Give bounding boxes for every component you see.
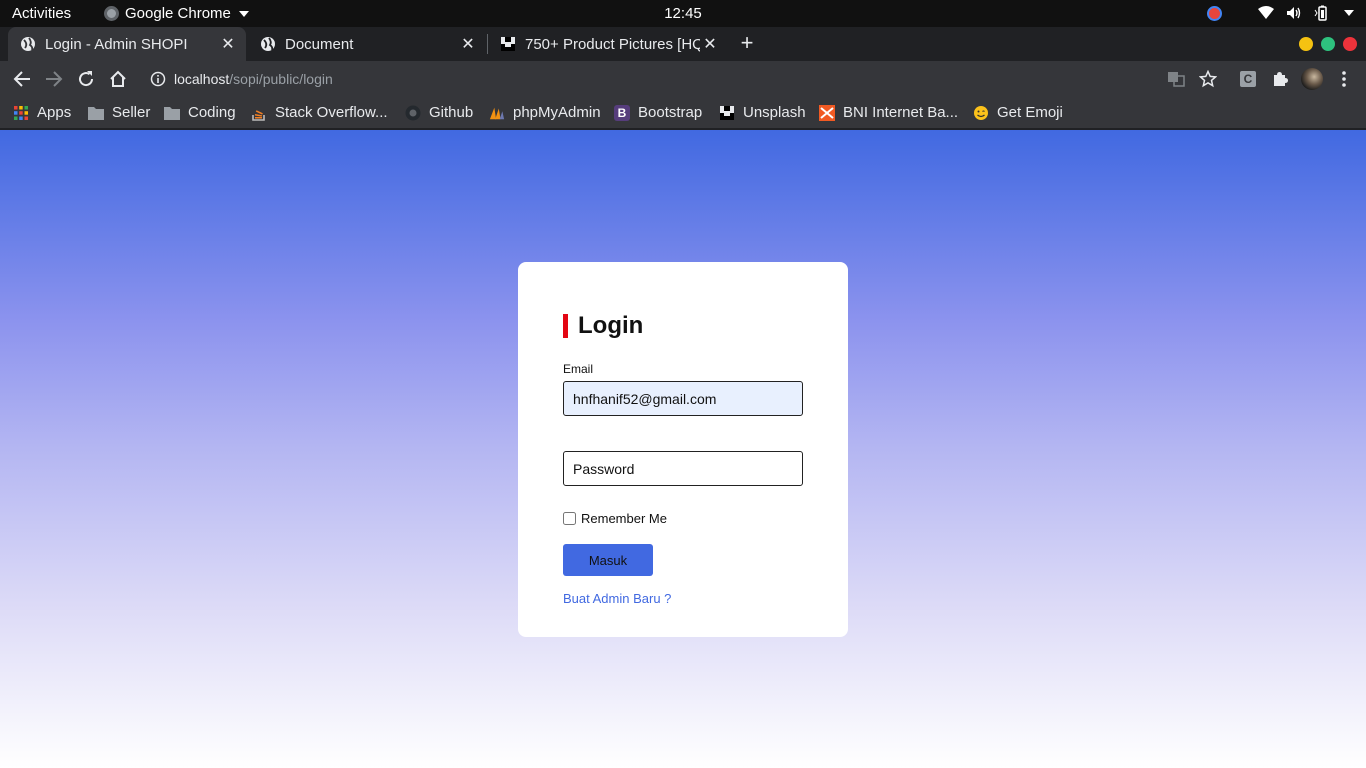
bookmark-label: Unsplash bbox=[743, 104, 806, 121]
remember-me-row: Remember Me bbox=[563, 511, 667, 526]
close-tab-icon[interactable]: ✕ bbox=[458, 34, 478, 54]
system-menu-chevron-icon[interactable] bbox=[1344, 10, 1354, 16]
bookmark-bootstrap[interactable]: B Bootstrap bbox=[614, 104, 702, 121]
bookmark-apps[interactable]: Apps bbox=[13, 104, 71, 121]
bookmark-label: Bootstrap bbox=[638, 104, 703, 121]
reload-button[interactable] bbox=[76, 69, 96, 89]
wifi-icon[interactable] bbox=[1258, 5, 1274, 21]
page-viewport: Login Email Remember Me Masuk Buat Admin… bbox=[0, 130, 1366, 768]
submit-button[interactable]: Masuk bbox=[563, 544, 653, 576]
new-tab-button[interactable]: + bbox=[736, 32, 758, 55]
url-path: /sopi/public/login bbox=[229, 71, 333, 87]
bookmarks-bar: Apps Seller Coding Stack Overflow... Git… bbox=[0, 97, 1366, 129]
tab-title: Login - Admin SHOPI bbox=[45, 35, 188, 53]
activities-button[interactable]: Activities bbox=[12, 5, 71, 22]
login-card: Login Email Remember Me Masuk Buat Admin… bbox=[518, 262, 848, 637]
tab-login-admin[interactable]: Login - Admin SHOPI ✕ bbox=[8, 27, 246, 61]
bookmark-github[interactable]: Github bbox=[405, 104, 473, 121]
tab-title: 750+ Product Pictures [HQ bbox=[525, 35, 700, 53]
bookmark-label: Stack Overflow... bbox=[275, 104, 388, 121]
phpmyadmin-icon bbox=[489, 105, 505, 121]
tab-strip: Login - Admin SHOPI ✕ Document ✕ 750+ Pr… bbox=[0, 27, 1366, 61]
address-bar[interactable]: localhost/sopi/public/login bbox=[138, 64, 1228, 94]
tab-title: Document bbox=[285, 35, 354, 53]
bookmark-label: Github bbox=[429, 104, 474, 121]
bookmark-getemoji[interactable]: Get Emoji bbox=[973, 104, 1063, 121]
chrome-menu-icon[interactable] bbox=[1334, 69, 1354, 89]
bookmark-coding[interactable]: Coding bbox=[164, 104, 236, 121]
unsplash-icon bbox=[719, 105, 735, 121]
browser-toolbar: localhost/sopi/public/login C bbox=[0, 61, 1366, 97]
notification-icon[interactable] bbox=[1207, 5, 1222, 21]
bni-icon bbox=[819, 104, 835, 121]
bookmark-label: BNI Internet Ba... bbox=[843, 104, 959, 121]
close-window-button[interactable] bbox=[1343, 37, 1357, 51]
apps-grid-icon bbox=[13, 105, 29, 121]
bookmark-label: Seller bbox=[112, 104, 151, 121]
profile-avatar[interactable] bbox=[1301, 68, 1323, 90]
tab-document[interactable]: Document ✕ bbox=[248, 27, 486, 61]
url-host: localhost bbox=[174, 71, 230, 87]
system-tray[interactable] bbox=[1207, 5, 1354, 21]
bookmark-label: phpMyAdmin bbox=[513, 104, 601, 121]
globe-icon bbox=[20, 36, 36, 52]
bookmark-label: Apps bbox=[37, 104, 72, 121]
bookmark-phpmyadmin[interactable]: phpMyAdmin bbox=[489, 104, 601, 121]
system-top-bar: Activities Google Chrome 12:45 bbox=[0, 0, 1366, 27]
extensions-puzzle-icon[interactable] bbox=[1270, 69, 1290, 89]
extension-c-label: C bbox=[1240, 71, 1256, 87]
app-menu-label: Google Chrome bbox=[125, 5, 231, 22]
password-field[interactable] bbox=[563, 451, 803, 486]
close-tab-icon[interactable]: ✕ bbox=[218, 34, 238, 54]
extension-c-icon[interactable]: C bbox=[1238, 69, 1258, 89]
emoji-icon bbox=[973, 105, 989, 121]
translate-icon[interactable] bbox=[1166, 69, 1186, 89]
create-admin-link[interactable]: Buat Admin Baru ? bbox=[563, 591, 671, 606]
site-info-icon[interactable] bbox=[150, 71, 166, 92]
heading-accent-bar bbox=[563, 314, 568, 338]
home-button[interactable] bbox=[108, 69, 128, 89]
unsplash-icon bbox=[500, 36, 516, 52]
globe-icon bbox=[260, 36, 276, 52]
page-title: Login bbox=[578, 312, 644, 339]
email-label: Email bbox=[563, 362, 594, 376]
minimize-button[interactable] bbox=[1299, 37, 1313, 51]
bootstrap-icon: B bbox=[614, 104, 630, 121]
volume-icon[interactable] bbox=[1286, 5, 1302, 21]
bookmark-star-icon[interactable] bbox=[1198, 69, 1218, 89]
maximize-button[interactable] bbox=[1321, 37, 1335, 51]
chrome-icon bbox=[104, 6, 119, 21]
remember-me-checkbox[interactable] bbox=[563, 512, 576, 525]
forward-button[interactable] bbox=[44, 69, 64, 89]
battery-icon[interactable] bbox=[1314, 5, 1330, 21]
bookmark-label: Get Emoji bbox=[997, 104, 1063, 121]
folder-icon bbox=[164, 105, 180, 121]
stackoverflow-icon bbox=[251, 105, 267, 121]
bookmark-seller[interactable]: Seller bbox=[88, 104, 150, 121]
bookmark-stackoverflow[interactable]: Stack Overflow... bbox=[251, 104, 388, 121]
app-menu[interactable]: Google Chrome bbox=[104, 5, 249, 22]
close-tab-icon[interactable]: ✕ bbox=[700, 34, 720, 54]
avatar bbox=[1301, 68, 1323, 90]
remember-me-label[interactable]: Remember Me bbox=[581, 511, 667, 526]
url-text: localhost/sopi/public/login bbox=[174, 71, 333, 87]
github-icon bbox=[405, 105, 421, 121]
chevron-down-icon bbox=[238, 10, 249, 17]
folder-icon bbox=[88, 105, 104, 121]
bookmark-bni[interactable]: BNI Internet Ba... bbox=[819, 104, 958, 121]
email-field[interactable] bbox=[563, 381, 803, 416]
back-button[interactable] bbox=[12, 69, 32, 89]
login-heading: Login bbox=[563, 312, 643, 340]
bookmark-unsplash[interactable]: Unsplash bbox=[719, 104, 806, 121]
tab-product-pictures[interactable]: 750+ Product Pictures [HQ ✕ bbox=[488, 27, 728, 61]
bookmark-label: Coding bbox=[188, 104, 236, 121]
